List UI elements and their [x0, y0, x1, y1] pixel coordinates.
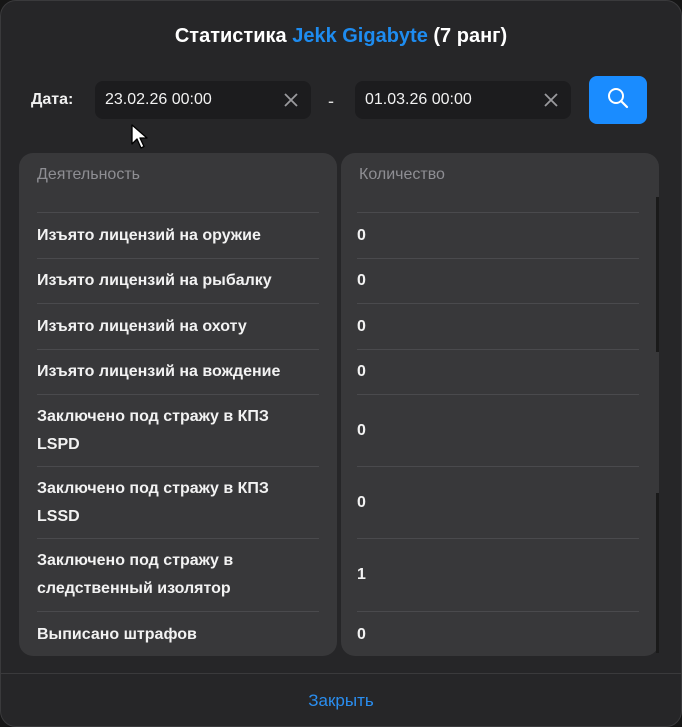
- table-row: Заключено под стражу в КПЗ LSSD: [37, 467, 319, 539]
- search-button[interactable]: [589, 76, 647, 124]
- table-row: Заключено под стражу в следственный изол…: [37, 539, 319, 612]
- mouse-cursor-icon: [131, 124, 149, 155]
- scrollbar-thumb[interactable]: [656, 197, 659, 352]
- date-label: Дата:: [31, 91, 74, 108]
- table-row-partial: [37, 197, 319, 213]
- activity-column-header: Деятельность: [37, 166, 140, 183]
- table-row-partial: [357, 197, 639, 213]
- player-name: Jekk Gigabyte: [292, 25, 428, 47]
- table-row: 0: [357, 259, 639, 304]
- table-row: Изъято лицензий на вождение: [37, 350, 319, 395]
- date-to-field[interactable]: 01.03.26 00:00: [355, 81, 571, 119]
- table-row: Выписано штрафов: [37, 626, 197, 643]
- table-row: 0: [357, 304, 639, 350]
- table-row: Заключено под стражу в КПЗ LSPD: [37, 395, 319, 467]
- table-row: 0: [357, 626, 366, 643]
- modal-footer: Закрыть: [1, 673, 681, 726]
- count-column-header: Количество: [359, 166, 445, 183]
- date-separator: -: [328, 91, 334, 111]
- table-row: Изъято лицензий на рыбалку: [37, 259, 319, 304]
- count-list[interactable]: 0 0 0 0 0 0 1 0: [341, 197, 659, 656]
- table-row: Изъято лицензий на оружие: [37, 213, 319, 259]
- clear-date-from-icon[interactable]: [281, 90, 301, 110]
- clear-date-to-icon[interactable]: [541, 90, 561, 110]
- table-row: 0: [357, 213, 639, 259]
- player-rank: (7 ранг): [433, 25, 508, 47]
- scrollbar-track-segment[interactable]: [656, 493, 659, 653]
- search-icon: [606, 86, 630, 115]
- title-prefix: Статистика: [174, 25, 287, 47]
- close-button[interactable]: Закрыть: [308, 691, 373, 711]
- table-row: Изъято лицензий на охоту: [37, 304, 319, 350]
- activity-column: Деятельность Изъято лицензий на оружие И…: [19, 153, 337, 656]
- table-row: 1: [357, 539, 639, 612]
- date-from-value[interactable]: 23.02.26 00:00: [105, 91, 212, 109]
- date-from-field[interactable]: 23.02.26 00:00: [95, 81, 311, 119]
- activity-list[interactable]: Изъято лицензий на оружие Изъято лицензи…: [19, 197, 337, 656]
- statistics-modal: Статистика Jekk Gigabyte (7 ранг) Дата: …: [0, 0, 682, 727]
- date-to-value[interactable]: 01.03.26 00:00: [365, 91, 472, 109]
- table-row: 0: [357, 350, 639, 395]
- table-row: 0: [357, 467, 639, 539]
- table-row: 0: [357, 395, 639, 467]
- modal-title: Статистика Jekk Gigabyte (7 ранг): [1, 25, 681, 48]
- count-column: Количество 0 0 0 0 0 0 1 0: [341, 153, 659, 656]
